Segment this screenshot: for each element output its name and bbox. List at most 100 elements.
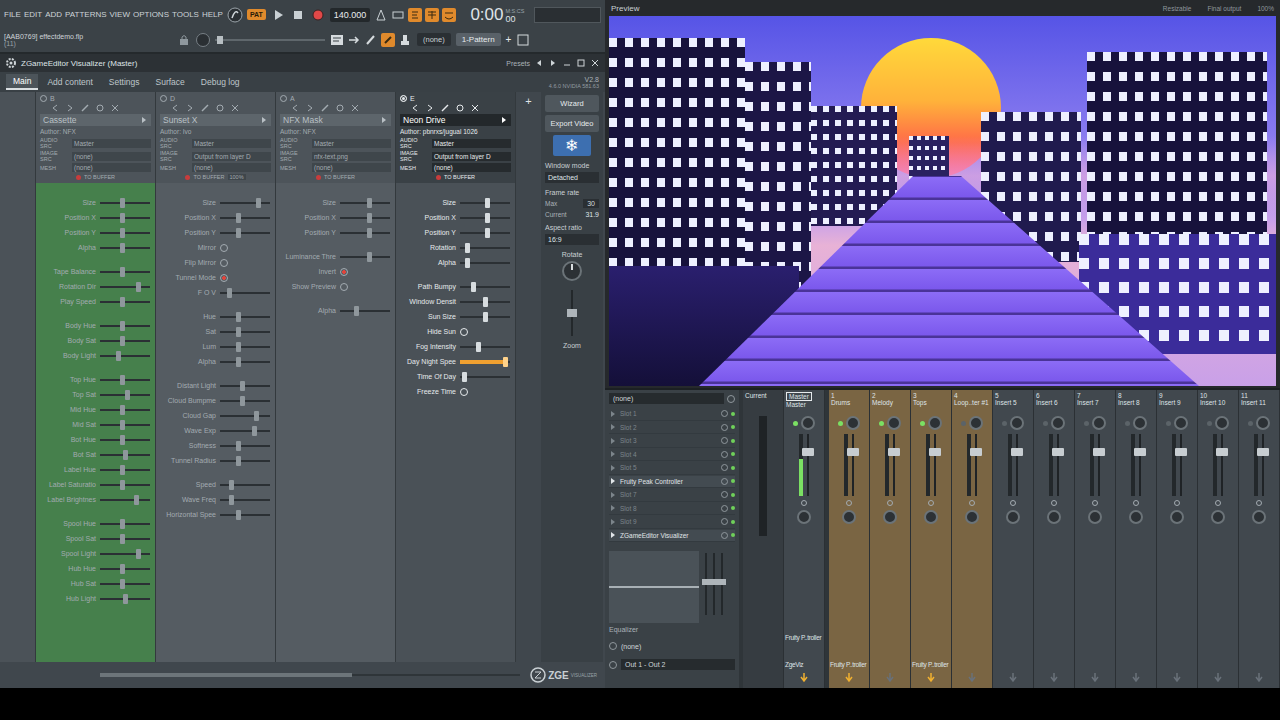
effect-slot[interactable]: Slot 7 <box>609 489 735 502</box>
parameter-row[interactable]: Play Speed <box>38 294 153 309</box>
time-display[interactable]: 0:00M:S:CS00 <box>470 6 524 24</box>
wait-icon[interactable] <box>391 8 405 22</box>
send-arrow-icon[interactable] <box>1213 672 1223 684</box>
send-arrow-icon[interactable] <box>926 672 936 684</box>
parameter-slider[interactable] <box>220 232 270 234</box>
pan-knob[interactable] <box>1092 416 1106 430</box>
slot-mix-knob[interactable] <box>721 505 728 512</box>
to-buffer-toggle[interactable]: TO BUFFER <box>280 173 391 181</box>
parameter-slider[interactable] <box>100 454 150 456</box>
parameter-slider[interactable] <box>100 484 150 486</box>
parameter-row[interactable]: Position Y <box>38 225 153 240</box>
parameter-row[interactable]: Time Of Day <box>398 369 513 384</box>
slot-mix-knob[interactable] <box>721 491 728 498</box>
parameter-slider[interactable] <box>220 385 270 387</box>
slot-enable-led[interactable] <box>731 452 735 456</box>
effect-icon[interactable] <box>95 103 105 113</box>
send-arrow-icon[interactable] <box>967 672 977 684</box>
rotate-knob[interactable] <box>562 261 582 281</box>
presets-button[interactable]: Presets <box>506 60 530 67</box>
parameter-slider[interactable] <box>340 217 390 219</box>
preview-title-bar[interactable]: PreviewResizableFinal output100% <box>605 0 1280 16</box>
parameter-row[interactable]: Size <box>278 195 393 210</box>
pan-knob[interactable] <box>887 416 901 430</box>
mixer-track[interactable]: 5Insert 5 <box>993 390 1034 688</box>
parameter-slider[interactable] <box>100 340 150 342</box>
parameter-row[interactable]: Top Hue <box>38 372 153 387</box>
layer-effect-name[interactable]: Cassette <box>40 114 151 126</box>
stereo-knob[interactable] <box>1129 510 1143 524</box>
parameter-row[interactable]: Body Sat <box>38 333 153 348</box>
layer-field[interactable]: MESH(none) <box>400 163 511 172</box>
parameter-row[interactable]: Hue <box>158 309 273 324</box>
layer-effect-name[interactable]: NFX Mask <box>280 114 391 126</box>
effect-icon[interactable] <box>335 103 345 113</box>
effect-slot[interactable]: Slot 1 <box>609 408 735 421</box>
output-selector[interactable]: Out 1 - Out 2 <box>609 659 735 670</box>
mixer-track[interactable]: 7Insert 7 <box>1075 390 1116 688</box>
effect-icon[interactable] <box>455 103 465 113</box>
move-right-icon[interactable] <box>425 103 435 113</box>
plugin-title-bar[interactable]: ZGameEditor Visualizer (Master)Presets <box>0 54 605 72</box>
aspect-ratio-dropdown[interactable]: 16:9 <box>545 234 599 245</box>
parameter-slider[interactable] <box>100 394 150 396</box>
eq-band-fader[interactable] <box>705 553 707 615</box>
parameter-slider[interactable] <box>100 568 150 570</box>
parameter-slider[interactable] <box>100 202 150 204</box>
parameter-slider[interactable] <box>460 217 510 219</box>
master-volume-knob[interactable] <box>196 33 210 47</box>
slot-enable-led[interactable] <box>731 520 735 524</box>
slot-mix-knob[interactable] <box>721 410 728 417</box>
parameter-row[interactable]: Mid Sat <box>38 417 153 432</box>
parameter-slider[interactable] <box>220 217 270 219</box>
parameter-row[interactable]: Bot Hue <box>38 432 153 447</box>
zoom-slider[interactable] <box>571 290 573 336</box>
swap-icon[interactable] <box>801 500 807 506</box>
parameter-slider[interactable] <box>340 232 390 234</box>
parameter-slider[interactable] <box>460 301 510 303</box>
stereo-knob[interactable] <box>842 510 856 524</box>
parameter-slider[interactable] <box>220 445 270 447</box>
master-pitch-slider[interactable] <box>215 39 325 41</box>
parameter-row[interactable]: Bot Sat <box>38 447 153 462</box>
pan-knob[interactable] <box>1215 416 1229 430</box>
parameter-slider[interactable] <box>340 202 390 204</box>
mixer-track[interactable]: 6Insert 6 <box>1034 390 1075 688</box>
add-layer-button[interactable]: + <box>525 95 531 662</box>
slot-enable-led[interactable] <box>731 439 735 443</box>
link-icon[interactable] <box>381 33 395 47</box>
send-arrow-icon[interactable] <box>1008 672 1018 684</box>
slot-mix-knob[interactable] <box>721 518 728 525</box>
slot-mix-knob[interactable] <box>721 532 728 539</box>
eq-graph[interactable] <box>609 551 699 623</box>
mixer-track[interactable]: 8Insert 8 <box>1116 390 1157 688</box>
send-arrow-icon[interactable] <box>885 672 895 684</box>
volume-fader[interactable] <box>1016 434 1018 496</box>
slot-mix-knob[interactable] <box>721 424 728 431</box>
tab[interactable]: Debug log <box>194 75 247 89</box>
parameter-row[interactable]: Softness <box>158 438 273 453</box>
layer-field[interactable]: IMAGE SRCOutput from layer D <box>400 150 511 162</box>
parameter-slider[interactable] <box>220 415 270 417</box>
slot-mix-knob[interactable] <box>721 451 728 458</box>
swap-icon[interactable] <box>846 500 852 506</box>
volume-fader[interactable] <box>807 434 809 496</box>
parameter-row[interactable]: Spool Sat <box>38 531 153 546</box>
to-buffer-toggle[interactable]: TO BUFFER <box>400 173 511 181</box>
window-mode-dropdown[interactable]: Detached <box>545 172 599 183</box>
parameter-row[interactable]: Label Brightnes <box>38 492 153 507</box>
slot-mix-knob[interactable] <box>721 437 728 444</box>
parameter-slider[interactable] <box>220 331 270 333</box>
menu-item[interactable]: PATTERNS <box>65 10 106 19</box>
track-enable-led[interactable] <box>1166 421 1171 426</box>
parameter-slider[interactable] <box>220 430 270 432</box>
slot-mix-knob[interactable] <box>721 464 728 471</box>
layer-field[interactable]: MESH(none) <box>160 163 271 172</box>
parameter-slider[interactable] <box>100 523 150 525</box>
parameter-slider[interactable] <box>100 286 150 288</box>
layer-field[interactable]: AUDIO SRCMaster <box>280 137 391 149</box>
swap-icon[interactable] <box>1092 500 1098 506</box>
effect-slot[interactable]: Slot 5 <box>609 462 735 475</box>
gear-icon[interactable] <box>5 57 17 69</box>
track-enable-led[interactable] <box>793 421 798 426</box>
